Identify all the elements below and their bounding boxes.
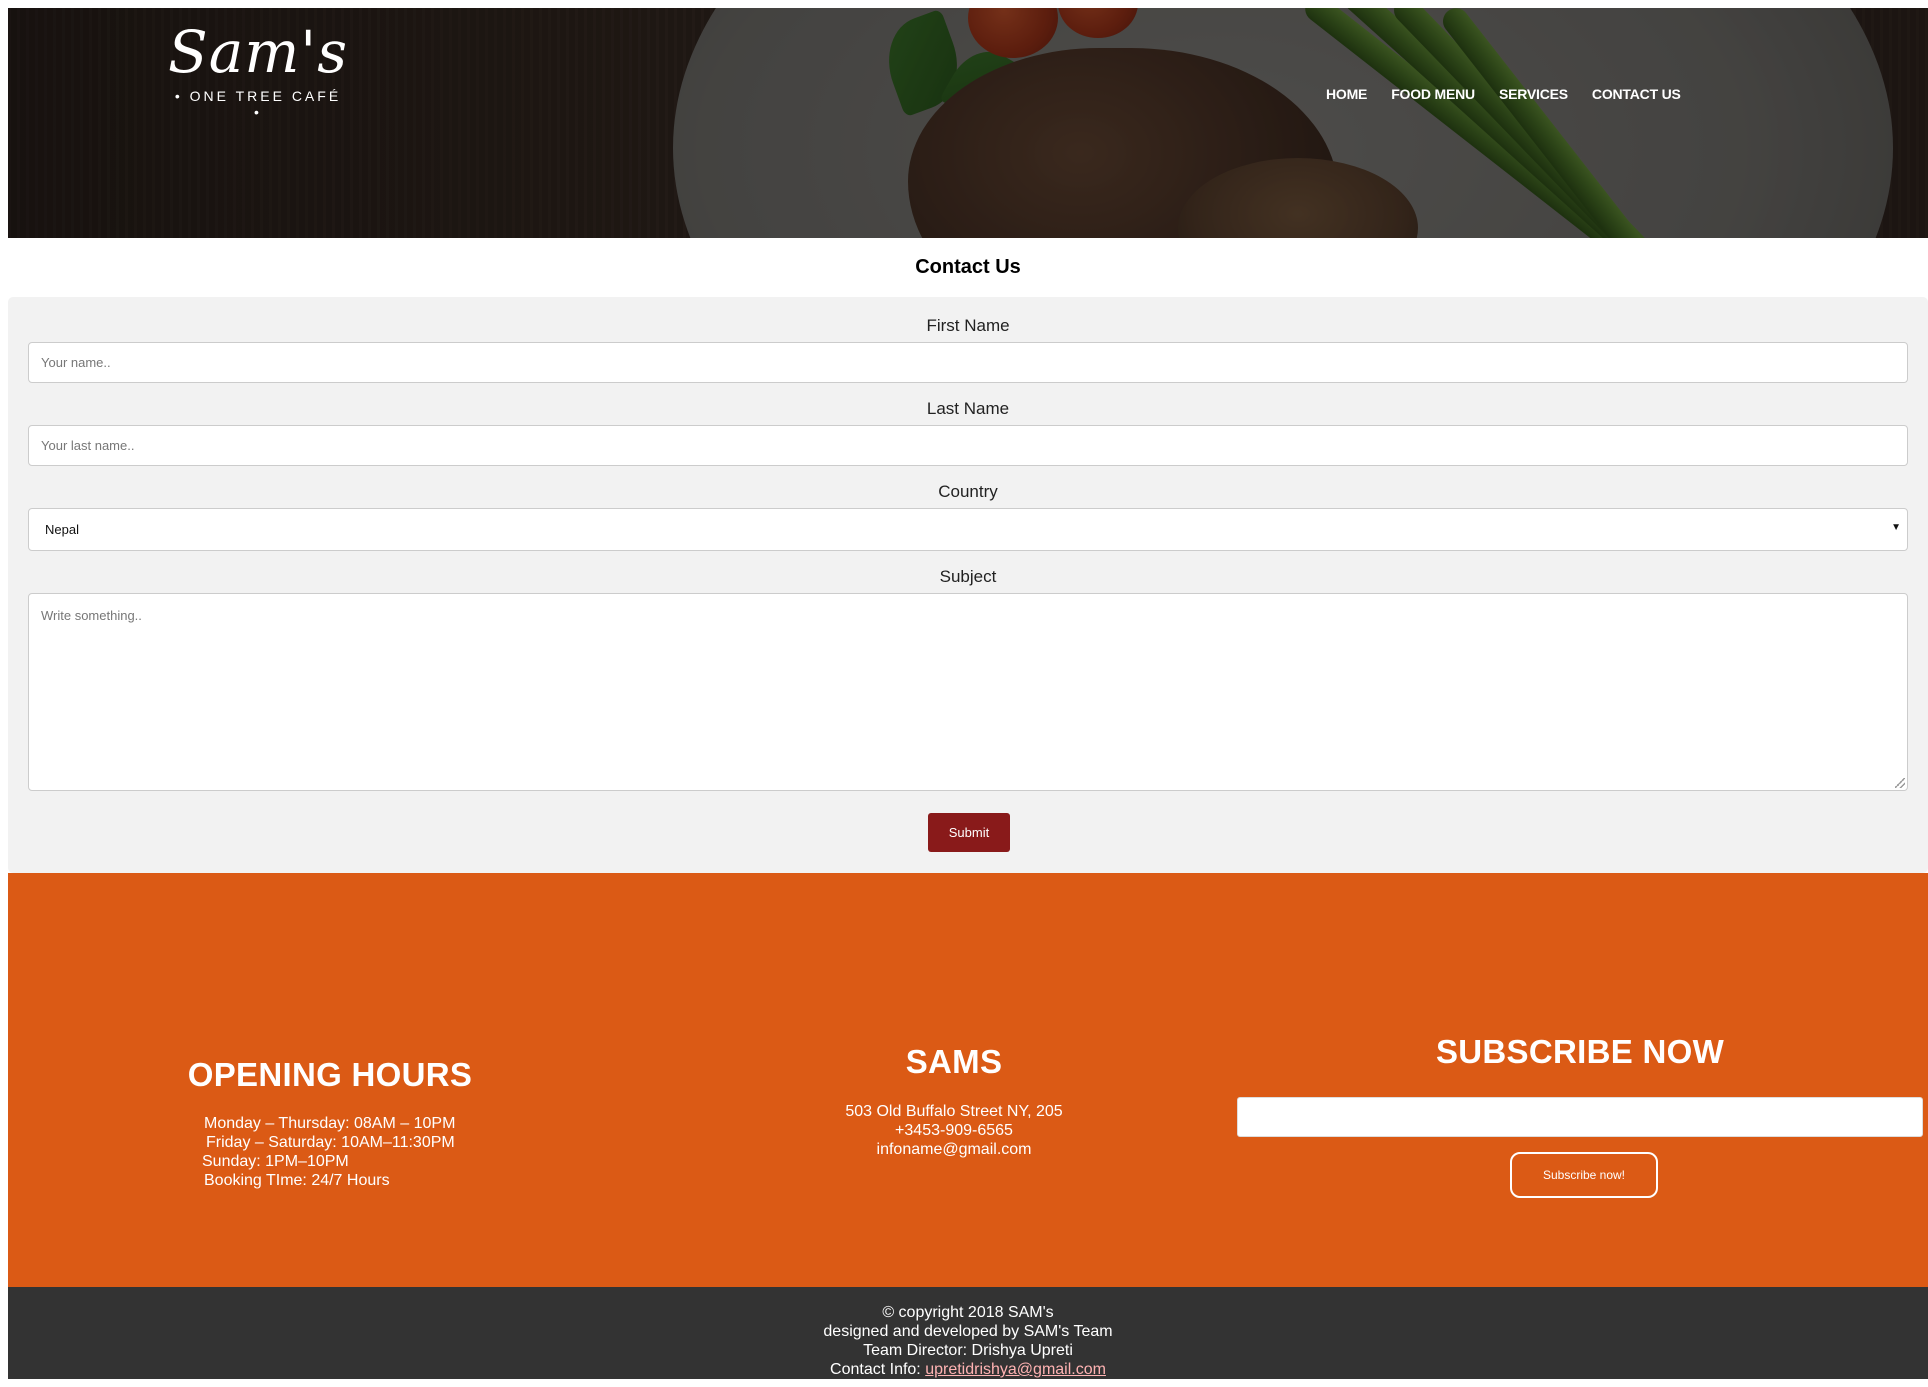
opening-hours-title: OPENING HOURS [187,1056,473,1093]
logo[interactable]: Sam's • ONE TREE CAFÉ • [168,18,349,120]
email-text: infoname@gmail.com [876,1141,1032,1158]
subject-placeholder: Write something.. [41,608,142,623]
sams-contact-info: 503 Old Buffalo Street NY, 205 +3453-909… [658,1102,1250,1159]
page: Sam's • ONE TREE CAFÉ • HOME FOOD MENU S… [0,0,1928,1387]
subscribe-button[interactable]: Subscribe now! [1510,1152,1658,1198]
address-text: 503 Old Buffalo Street NY, 205 [845,1103,1063,1120]
nav-food-menu[interactable]: FOOD MENU [1391,86,1475,102]
last-name-label: Last Name [926,399,1010,418]
first-name-input[interactable] [28,342,1908,383]
contact-email-link[interactable]: upretidrishya@gmail.com [925,1361,1106,1378]
phone-text: +3453-909-6565 [895,1122,1013,1139]
contact-info-line: Contact Info: upretidrishya@gmail.com [8,1360,1928,1379]
subject-textarea[interactable]: Write something.. [28,593,1908,791]
subscribe-email-input[interactable] [1237,1097,1923,1137]
hours-line: Sunday: 1PM–10PM [202,1153,349,1170]
copyright-text: © copyright 2018 SAM's [882,1304,1054,1321]
director-text: Team Director: Drishya Upreti [863,1342,1073,1359]
sams-title: SAMS [905,1043,1003,1080]
country-value: Nepal [45,522,79,537]
main-nav: HOME FOOD MENU SERVICES CONTACT US [1326,86,1705,102]
hours-line: Monday – Thursday: 08AM – 10PM [204,1115,456,1132]
subscribe-title: SUBSCRIBE NOW [1435,1033,1725,1070]
page-title: Contact Us [915,256,1021,278]
country-select[interactable]: Nepal ▼ [28,508,1908,551]
hero-header: Sam's • ONE TREE CAFÉ • HOME FOOD MENU S… [8,8,1928,238]
hours-line: Booking TIme: 24/7 Hours [204,1172,390,1189]
copyright-footer: © copyright 2018 SAM's designed and deve… [8,1287,1928,1379]
logo-subtitle: • ONE TREE CAFÉ • [174,88,342,120]
last-name-input[interactable] [28,425,1908,466]
submit-button[interactable]: Submit [928,813,1010,852]
nav-services[interactable]: SERVICES [1499,86,1568,102]
nav-home[interactable]: HOME [1326,86,1367,102]
chevron-down-icon: ▼ [1891,522,1901,533]
logo-script: Sam's [168,18,349,86]
resize-grip-icon[interactable] [1895,778,1905,788]
hours-line: Friday – Saturday: 10AM–11:30PM [206,1134,455,1151]
subject-label: Subject [939,567,997,586]
opening-hours-list: Monday – Thursday: 08AM – 10PM Friday – … [202,1114,455,1190]
country-label: Country [938,482,998,501]
credit-text: designed and developed by SAM's Team [823,1323,1113,1340]
first-name-label: First Name [926,316,1010,335]
nav-contact-us[interactable]: CONTACT US [1592,86,1681,102]
contact-prefix: Contact Info: [830,1361,926,1378]
info-footer: OPENING HOURS Monday – Thursday: 08AM – … [8,873,1928,1287]
contact-form: First Name Last Name Country Nepal ▼ Sub… [8,297,1928,873]
